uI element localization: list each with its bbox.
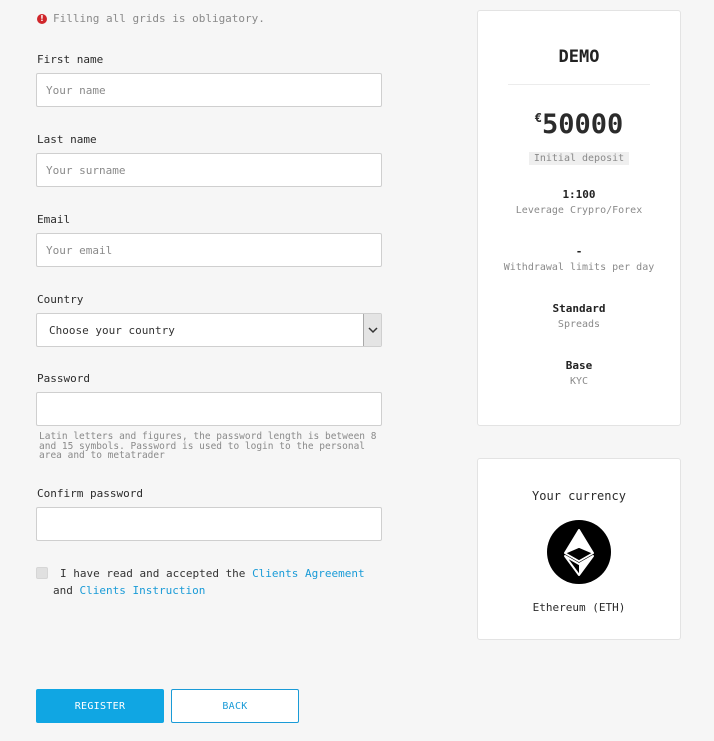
first-name-label: First name xyxy=(37,53,104,66)
confirm-password-input[interactable] xyxy=(36,507,382,541)
error-icon: ! xyxy=(37,13,47,24)
stat-label: KYC xyxy=(569,376,589,387)
currency-name: Ethereum (ETH) xyxy=(532,601,626,614)
currency-card: Your currency Ethereum (ETH) xyxy=(477,458,681,640)
country-select-value: Choose your country xyxy=(49,323,175,337)
agreement-row: I have read and accepted the Clients Agr… xyxy=(36,565,396,599)
stat-spreads: Standard Spreads xyxy=(478,302,680,332)
stat-label: Withdrawal limits per day xyxy=(503,262,655,273)
stat-value: - xyxy=(575,245,583,258)
back-button[interactable]: BACK xyxy=(171,689,299,723)
deposit-caption-text: Initial deposit xyxy=(528,152,630,165)
stat-value: Standard xyxy=(552,302,606,315)
required-notice: ! Filling all grids is obligatory. xyxy=(37,12,265,25)
clients-instruction-link[interactable]: Clients Instruction xyxy=(80,584,206,597)
password-label: Password xyxy=(37,372,90,385)
last-name-label: Last name xyxy=(37,133,97,146)
stat-value: Base xyxy=(565,359,593,372)
stat-kyc: Base KYC xyxy=(478,359,680,389)
confirm-password-label: Confirm password xyxy=(37,487,143,500)
stat-label: Leverage Crypro/Forex xyxy=(515,205,643,216)
password-hint: Latin letters and figures, the password … xyxy=(39,431,377,461)
agreement-and-text: and xyxy=(53,584,73,597)
agreement-checkbox[interactable] xyxy=(36,567,48,579)
initial-deposit-amount: €50000 xyxy=(478,109,680,140)
register-button[interactable]: REGISTER xyxy=(36,689,164,723)
currency-title: Your currency xyxy=(532,489,626,503)
divider xyxy=(508,84,650,85)
deposit-value: 50000 xyxy=(541,109,624,140)
account-type-title: DEMO xyxy=(558,47,600,67)
email-label: Email xyxy=(37,213,71,226)
euro-symbol: € xyxy=(534,111,542,125)
first-name-input[interactable] xyxy=(36,73,382,107)
chevron-down-icon[interactable] xyxy=(363,314,381,346)
password-input[interactable] xyxy=(36,392,382,426)
clients-agreement-link[interactable]: Clients Agreement xyxy=(252,567,365,580)
stat-leverage: 1:100 Leverage Crypro/Forex xyxy=(478,188,680,218)
stat-label: Spreads xyxy=(557,319,601,330)
email-input[interactable] xyxy=(36,233,382,267)
stat-value: 1:100 xyxy=(562,188,596,201)
ethereum-icon xyxy=(547,520,611,584)
agreement-text: I have read and accepted the xyxy=(60,567,246,580)
stat-withdrawal-limits: - Withdrawal limits per day xyxy=(478,245,680,275)
country-label: Country xyxy=(37,293,84,306)
account-summary-card: DEMO €50000 Initial deposit 1:100 Levera… xyxy=(477,10,681,426)
required-notice-text: Filling all grids is obligatory. xyxy=(53,12,265,25)
last-name-input[interactable] xyxy=(36,153,382,187)
initial-deposit-caption: Initial deposit xyxy=(478,146,680,165)
country-select[interactable]: Choose your country xyxy=(36,313,382,347)
